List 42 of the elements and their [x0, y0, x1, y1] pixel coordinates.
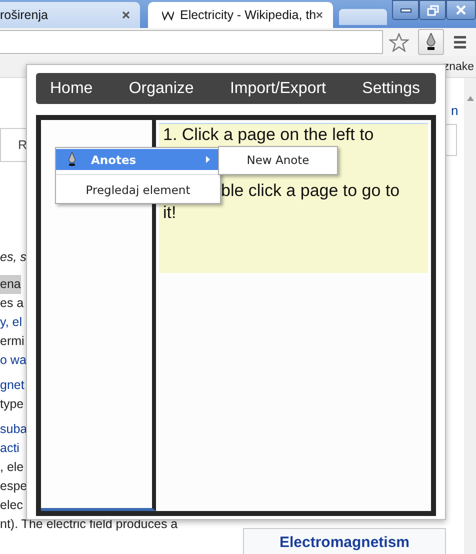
- article-text: elec: [0, 497, 23, 514]
- infobox-title: Electromagnetism: [243, 528, 446, 554]
- pen-nib-icon: [426, 33, 436, 51]
- article-link[interactable]: suba: [0, 420, 28, 439]
- restore-button[interactable]: [419, 0, 446, 20]
- article-text: espe: [0, 478, 28, 495]
- article-text: es a: [0, 295, 24, 312]
- article-text: ermi: [0, 333, 24, 350]
- note-text: it!: [163, 202, 176, 224]
- nav-link[interactable]: Import/Export: [230, 80, 326, 98]
- close-button[interactable]: [446, 0, 476, 20]
- browser-tab[interactable]: Electricity - Wikipedia, th: [148, 2, 333, 28]
- nav-link[interactable]: Organize: [128, 80, 194, 98]
- nav-link[interactable]: Home: [50, 80, 93, 98]
- menu-item[interactable]: Anotes: [56, 149, 220, 170]
- close-icon: [455, 5, 467, 15]
- close-icon[interactable]: [316, 11, 323, 19]
- nav-link[interactable]: Settings: [362, 80, 420, 98]
- article-link[interactable]: y, el: [0, 313, 22, 332]
- article-link[interactable]: gnet: [0, 376, 24, 395]
- article-text: ena: [0, 275, 21, 294]
- wikipedia-w-icon: [162, 10, 174, 20]
- minimize-icon: [400, 6, 412, 14]
- star-icon[interactable]: [389, 32, 409, 52]
- menu-icon[interactable]: [453, 35, 467, 49]
- minimize-button[interactable]: [392, 0, 419, 20]
- restore-icon: [426, 4, 438, 16]
- close-icon[interactable]: [122, 11, 130, 19]
- menu-item[interactable]: New Anote: [219, 147, 337, 174]
- article-text: , ele: [0, 459, 24, 476]
- article-text: n: [451, 103, 458, 118]
- article-text: type: [0, 396, 24, 413]
- article-link[interactable]: acti: [0, 439, 20, 458]
- note-text: ble click a page to go to: [221, 180, 400, 202]
- article-link[interactable]: o wa: [0, 351, 26, 370]
- article-text: es, s: [0, 249, 26, 266]
- pen-nib-icon: [68, 152, 76, 167]
- menu-item[interactable]: Pregledaj element: [56, 179, 220, 200]
- scrollbar[interactable]: [464, 78, 476, 554]
- extension-button[interactable]: [418, 29, 444, 55]
- browser-tab[interactable]: roširenja: [0, 2, 140, 28]
- note-text: 1. Click a page on the left to: [163, 124, 374, 146]
